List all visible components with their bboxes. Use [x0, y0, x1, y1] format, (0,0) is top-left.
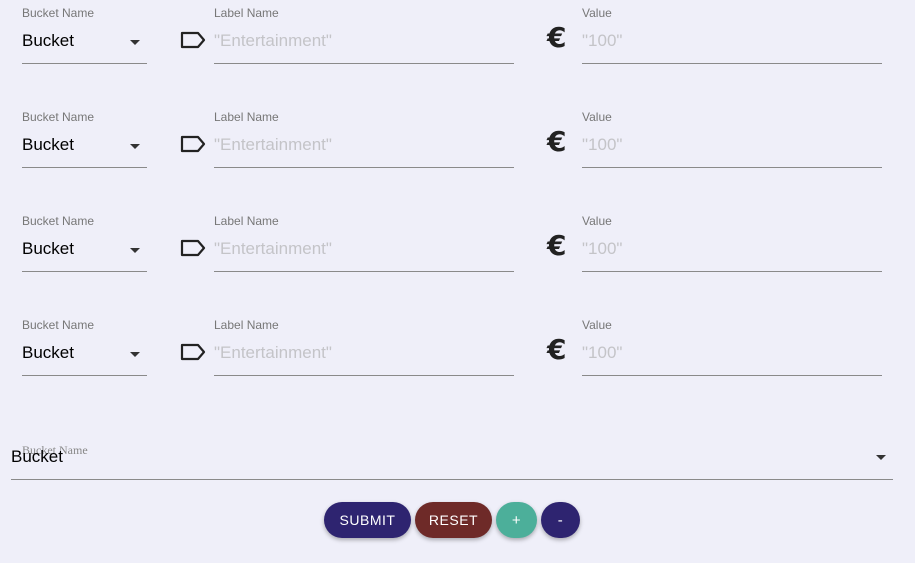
label-name-label: Label Name [214, 318, 279, 332]
euro-icon: € [547, 21, 567, 54]
value-label: Value [582, 110, 612, 124]
value-label: Value [582, 214, 612, 228]
tag-icon [180, 135, 206, 153]
label-name-placeholder: "Entertainment" [214, 343, 332, 362]
value-input[interactable]: Value "100" [582, 208, 882, 272]
submit-button[interactable]: SUBMIT [324, 502, 411, 538]
bucket-select-label: Bucket Name [22, 318, 95, 332]
tag-icon [180, 31, 206, 49]
bucket-select-label: Bucket Name [22, 214, 95, 228]
budget-row: Bucket Name Bucket Label Name "Entertain… [0, 312, 915, 382]
value-label: Value [582, 318, 612, 332]
bucket-select-wide-value: Bucket [11, 447, 63, 466]
bucket-select-wide[interactable]: Bucket Name Bucket [11, 440, 893, 480]
bucket-select-value: Bucket [22, 343, 74, 362]
chevron-down-icon [130, 248, 140, 253]
chevron-down-icon [876, 455, 886, 460]
value-label: Value [582, 6, 612, 20]
label-name-input[interactable]: Label Name "Entertainment" [214, 208, 514, 272]
euro-icon: € [547, 125, 567, 158]
bucket-select-label: Bucket Name [22, 110, 95, 124]
bucket-select-value: Bucket [22, 31, 74, 50]
label-name-placeholder: "Entertainment" [214, 31, 332, 50]
label-name-placeholder: "Entertainment" [214, 135, 332, 154]
bucket-select-value: Bucket [22, 239, 74, 258]
chevron-down-icon [130, 40, 140, 45]
value-input[interactable]: Value "100" [582, 104, 882, 168]
remove-row-button[interactable]: - [541, 502, 580, 538]
value-placeholder: "100" [582, 343, 623, 362]
reset-button[interactable]: RESET [415, 502, 492, 538]
bucket-select[interactable]: Bucket Name Bucket [22, 208, 147, 272]
budget-row: Bucket Name Bucket Label Name "Entertain… [0, 104, 915, 174]
chevron-down-icon [130, 144, 140, 149]
value-placeholder: "100" [582, 135, 623, 154]
budget-row: Bucket Name Bucket Label Name "Entertain… [0, 0, 915, 70]
budget-row: Bucket Name Bucket Label Name "Entertain… [0, 208, 915, 278]
value-placeholder: "100" [582, 31, 623, 50]
label-name-placeholder: "Entertainment" [214, 239, 332, 258]
bucket-select[interactable]: Bucket Name Bucket [22, 104, 147, 168]
tag-icon [180, 239, 206, 257]
bucket-select[interactable]: Bucket Name Bucket [22, 312, 147, 376]
bucket-select-value: Bucket [22, 135, 74, 154]
label-name-label: Label Name [214, 6, 279, 20]
value-input[interactable]: Value "100" [582, 0, 882, 64]
chevron-down-icon [130, 352, 140, 357]
value-placeholder: "100" [582, 239, 623, 258]
label-name-input[interactable]: Label Name "Entertainment" [214, 312, 514, 376]
label-name-input[interactable]: Label Name "Entertainment" [214, 104, 514, 168]
bucket-select[interactable]: Bucket Name Bucket [22, 0, 147, 64]
label-name-label: Label Name [214, 110, 279, 124]
add-row-button[interactable]: + [496, 502, 537, 538]
euro-icon: € [547, 333, 567, 366]
tag-icon [180, 343, 206, 361]
label-name-input[interactable]: Label Name "Entertainment" [214, 0, 514, 64]
label-name-label: Label Name [214, 214, 279, 228]
bucket-select-label: Bucket Name [22, 6, 95, 20]
value-input[interactable]: Value "100" [582, 312, 882, 376]
euro-icon: € [547, 229, 567, 262]
